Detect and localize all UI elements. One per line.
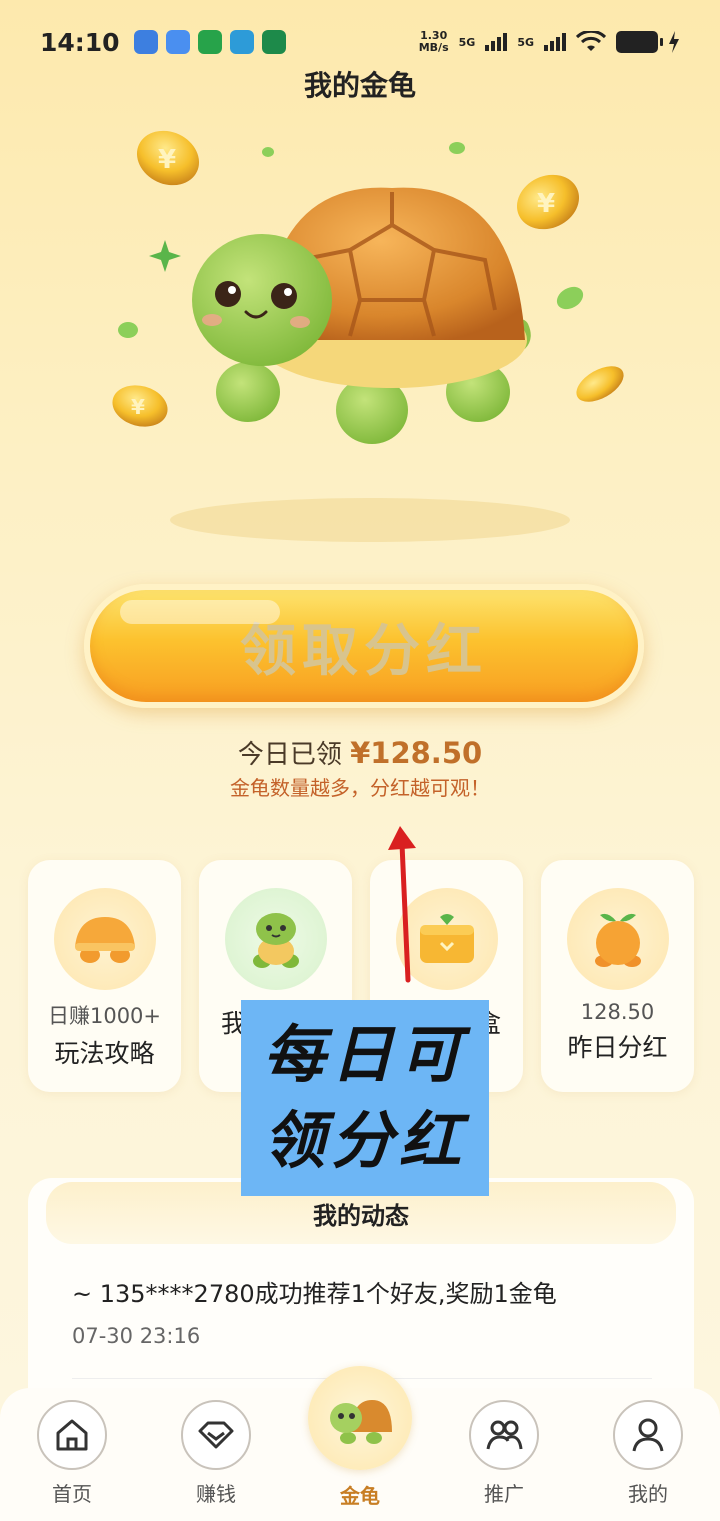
browser-app-icon	[165, 30, 190, 54]
netspeed-unit: MB/s	[418, 41, 449, 54]
tab-icon-circle	[469, 1400, 539, 1470]
overlay-line-1: 每日可	[262, 1018, 467, 1091]
tab-icon-circle	[613, 1400, 683, 1470]
coin-icon: ¥	[112, 385, 168, 427]
page-title: 我的金龟	[303, 69, 416, 102]
person-icon	[632, 1418, 664, 1452]
dividend-tip: 金龟数量越多，分红越可观！	[230, 776, 490, 800]
card-title: 昨日分红	[567, 1033, 668, 1062]
card-sub: 日赚1000+	[47, 1004, 162, 1028]
finance-app-icon	[261, 30, 286, 54]
tab-icon-circle	[308, 1366, 412, 1470]
today-amount: ¥128.50	[350, 736, 483, 770]
activity-item-text: ~ 135****2780成功推荐1个好友,奖励1金龟	[72, 1280, 557, 1308]
red-arrow-annotation	[388, 826, 416, 983]
turtle-icon	[330, 1400, 392, 1444]
button-shine	[120, 600, 280, 624]
card-icon-circle	[53, 888, 156, 990]
tab-home[interactable]: 首页	[0, 1388, 144, 1521]
shopping-app-icon	[197, 30, 222, 54]
tab-mine[interactable]: 我的	[576, 1388, 720, 1521]
overlay-line-2: 领分红	[262, 1104, 467, 1177]
activity-item-time: 07-30 23:16	[72, 1324, 201, 1348]
tab-promote[interactable]: 推广	[432, 1388, 576, 1521]
tab-icon-circle	[181, 1400, 251, 1470]
message-app-icon	[133, 30, 158, 54]
turtle-icon	[252, 913, 299, 968]
today-label: 今日已领	[237, 740, 342, 770]
tab-earn[interactable]: 赚钱	[144, 1388, 288, 1521]
home-icon	[56, 1419, 88, 1451]
coin-icon: ¥	[516, 174, 580, 230]
turtle-hero-illustration: ¥ ¥ ¥	[112, 130, 624, 542]
card-yesterday-dividend[interactable]: 128.50 昨日分红	[541, 860, 694, 1092]
tab-label: 我的	[628, 1482, 668, 1506]
network-speed: 1.30 MB/s	[419, 30, 449, 54]
card-icon-circle	[566, 888, 669, 990]
coin-icon: ¥	[136, 130, 200, 186]
tab-label: 首页	[52, 1482, 92, 1506]
diamond-icon	[198, 1421, 234, 1449]
status-time: 14:10	[40, 27, 120, 57]
card-guide[interactable]: 日赚1000+ 玩法攻略	[28, 860, 181, 1092]
promo-overlay-label: 每日可 领分红	[241, 1000, 489, 1196]
card-icon-circle	[224, 888, 327, 990]
battery-icon	[616, 31, 663, 53]
card-sub: 128.50	[580, 1000, 655, 1024]
chat-app-icon	[229, 30, 254, 54]
svg-text:¥: ¥	[131, 395, 145, 419]
tab-icon-circle	[37, 1400, 107, 1470]
sim2-label: 5G	[517, 35, 534, 49]
coin-icon	[576, 366, 624, 402]
claim-dividend-button[interactable]: 领取分红	[84, 584, 644, 708]
tab-label: 推广	[484, 1482, 524, 1506]
turtle-shell-icon	[74, 917, 135, 963]
today-claimed: 今日已领 ¥128.50	[0, 734, 720, 771]
status-right: 1.30 MB/s 5G 5G	[419, 30, 680, 54]
tab-label: 金龟	[340, 1484, 380, 1508]
tab-turtle[interactable]: 金龟	[288, 1366, 432, 1521]
tab-label: 赚钱	[196, 1482, 236, 1506]
charging-icon	[669, 31, 679, 53]
svg-text:¥: ¥	[158, 145, 176, 175]
sim1-label: 5G	[458, 35, 476, 49]
users-icon	[486, 1420, 523, 1450]
wifi-icon	[576, 31, 606, 51]
signal-icon	[485, 33, 508, 51]
signal-icon-2	[544, 33, 566, 51]
svg-text:¥: ¥	[537, 189, 555, 219]
notification-icons	[133, 30, 286, 54]
card-title: 玩法攻略	[54, 1039, 155, 1068]
orange-fruit-icon	[594, 913, 641, 967]
bottom-tab-bar: 首页 赚钱 金龟 推广 我的	[0, 1366, 720, 1521]
